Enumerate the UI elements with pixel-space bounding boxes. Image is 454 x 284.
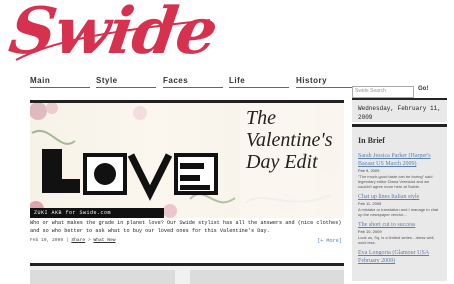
article-date: Feb 10, 2009 — [30, 238, 64, 243]
whats-new-link[interactable]: What New — [93, 238, 115, 243]
feature-panel[interactable]: The Valentine's Day Edit ZUKI AKB for Sw… — [30, 100, 344, 218]
sidebar-heading: In Brief — [358, 136, 385, 145]
brief-item: Chat up lines Italian style Feb 11, 2009… — [358, 193, 442, 217]
site-logo[interactable]: Swide — [5, 0, 222, 80]
brief-title[interactable]: Sarah Jessica Parker (Harper's Bazaar US… — [358, 152, 442, 168]
brief-title[interactable]: The short cut to success — [358, 221, 442, 229]
brief-snippet: A mistake or translation and I manage to… — [358, 207, 439, 217]
brief-title[interactable]: Chat up lines Italian style — [358, 193, 442, 201]
feature-headline[interactable]: The Valentine's Day Edit — [246, 107, 342, 173]
feature-summary: Who or what makes the grade in planet lo… — [30, 220, 342, 234]
headline-line: The — [246, 107, 276, 129]
content-block-right — [190, 270, 344, 284]
brief-snippet: "The much-good taste can be boring" said… — [358, 174, 433, 189]
date-bar: Wednesday, February 11, 2009 — [352, 98, 447, 122]
more-link[interactable]: [+ More] — [317, 236, 342, 246]
brief-item: Sarah Jessica Parker (Harper's Bazaar US… — [358, 152, 442, 189]
brief-item: The short cut to success Feb 10, 2009 Lo… — [358, 221, 442, 245]
brief-snippet: Look us, Sq, is a limited series - dress… — [358, 235, 435, 245]
brief-title[interactable]: Eva Longoria (Glamour USA February 2009) — [358, 249, 442, 265]
article-meta: Feb 10, 2009 | Share > What New [+ More] — [30, 236, 344, 246]
logo-text: Swide — [4, 0, 222, 69]
nav-faces[interactable]: Faces — [163, 76, 223, 88]
headline-line: Day Edit — [246, 151, 318, 173]
nav-history[interactable]: History — [296, 76, 356, 88]
nav-style[interactable]: Style — [96, 76, 156, 88]
brief-item: Eva Longoria (Glamour USA February 2009) — [358, 249, 442, 265]
brief-list: Sarah Jessica Parker (Harper's Bazaar US… — [358, 152, 442, 269]
love-letters — [42, 149, 218, 201]
in-brief-sidebar: In Brief Sarah Jessica Parker (Harper's … — [352, 124, 447, 281]
nav-main[interactable]: Main — [30, 76, 90, 88]
main-nav: Main Style Faces Life History — [30, 76, 356, 92]
content-block-left — [30, 270, 175, 284]
search-go-button[interactable]: Go! — [418, 86, 428, 92]
headline-line: Valentine's — [246, 129, 333, 151]
search-input[interactable]: Swide Search — [352, 86, 414, 98]
search-area: Swide Search Go! — [352, 86, 447, 98]
share-link[interactable]: Share — [71, 238, 85, 243]
sidebar-divider — [352, 124, 447, 127]
current-date: Wednesday, February 11, 2009 — [358, 105, 441, 121]
nav-life[interactable]: Life — [229, 76, 289, 88]
image-credit: ZUKI AKB for Swide.com — [30, 208, 164, 218]
